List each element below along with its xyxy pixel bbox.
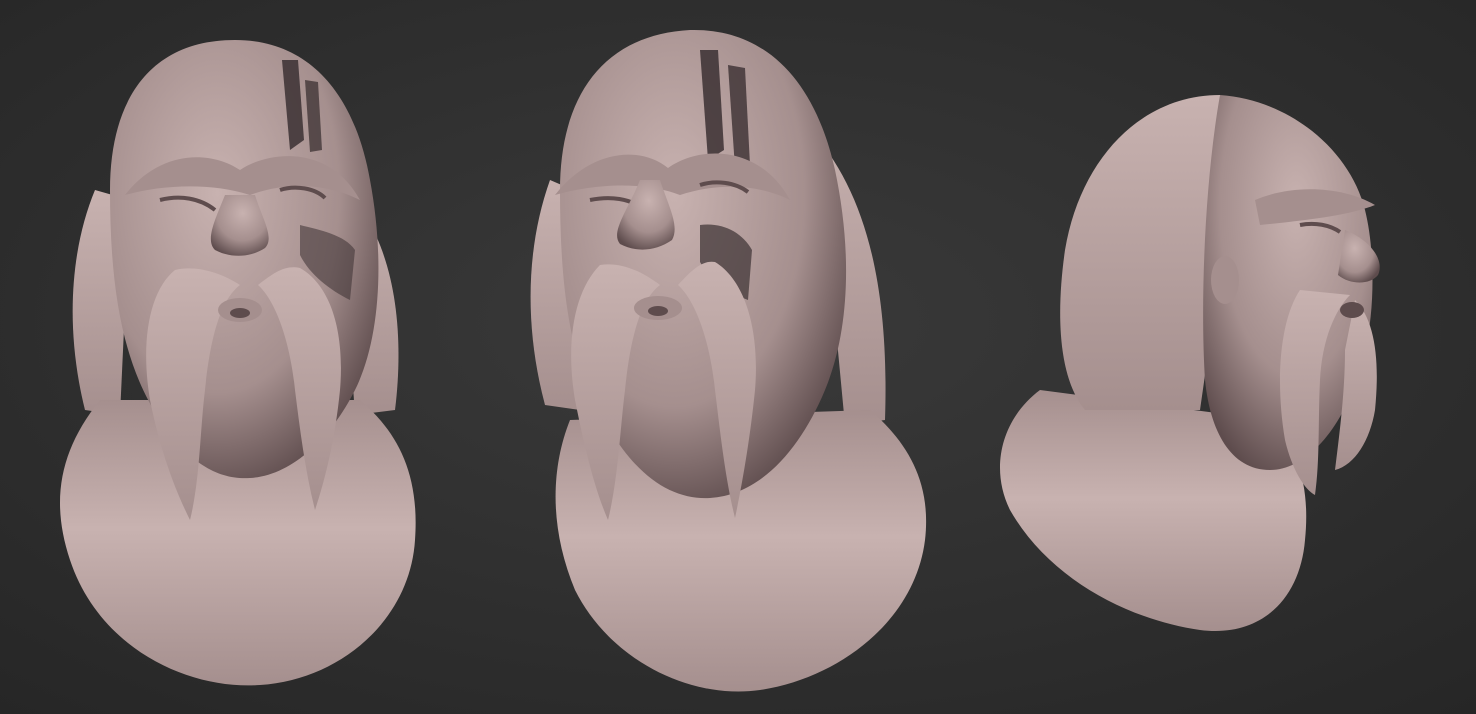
viewport: [0, 0, 1476, 714]
ear: [1211, 256, 1239, 304]
mouth-opening: [230, 308, 250, 318]
mouth-opening: [648, 306, 668, 316]
mouth: [1340, 302, 1364, 318]
sculpt-render: [0, 0, 1476, 714]
